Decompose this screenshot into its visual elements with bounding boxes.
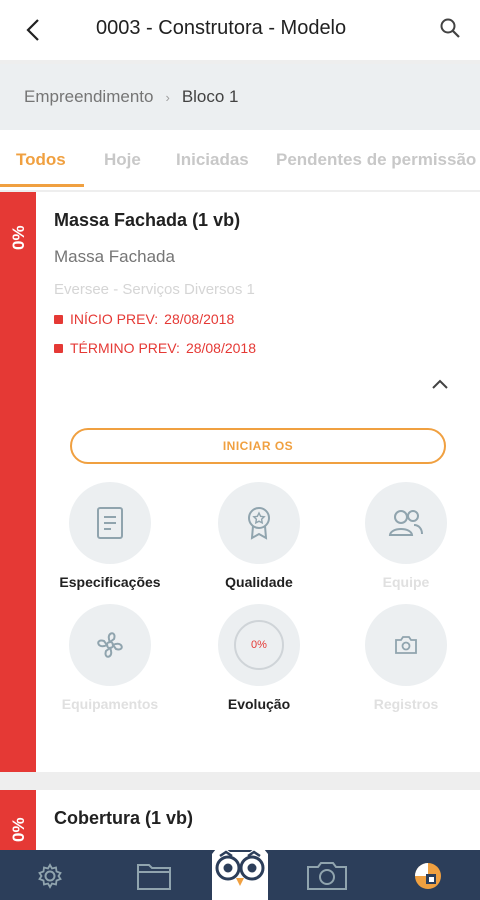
search-icon [440, 18, 460, 38]
card-title: Cobertura (1 vb) [54, 808, 194, 828]
progress-ring-icon: 0% [234, 620, 284, 670]
nav-folder[interactable] [136, 860, 172, 892]
end-label: TÉRMINO PREV: [70, 340, 180, 356]
action-label: Evolução [227, 696, 291, 712]
action-label: Equipamentos [61, 696, 159, 712]
service-card[interactable]: 0% Massa Fachada (1 vb) Massa Fachada Ev… [0, 192, 480, 772]
start-date: 28/08/2018 [164, 311, 235, 327]
action-registros: Registros [336, 604, 476, 712]
action-circle [365, 604, 447, 686]
app-bar: 0003 - Construtora - Modelo [0, 0, 480, 60]
nav-dashboard[interactable] [412, 860, 444, 892]
action-label: Equipe [382, 574, 430, 590]
breadcrumb-root[interactable]: Empreendimento [24, 87, 153, 107]
action-qualidade[interactable]: Qualidade [189, 482, 329, 590]
progress-percent: 0% [9, 817, 28, 842]
search-button[interactable] [434, 12, 466, 44]
nav-camera[interactable] [304, 860, 350, 892]
status-square-icon [54, 343, 63, 353]
fan-icon [97, 632, 123, 658]
camera-icon [307, 862, 347, 890]
tab-todos[interactable]: Todos [16, 150, 66, 170]
folder-icon [137, 864, 171, 890]
pie-status-icon [415, 863, 441, 889]
progress-percent: 0% [9, 225, 28, 250]
action-especificacoes[interactable]: Especificações [40, 482, 180, 590]
progress-strip: 0% [0, 192, 36, 772]
collapse-button[interactable] [428, 372, 452, 396]
breadcrumb-current: Bloco 1 [181, 87, 239, 106]
action-circle [365, 482, 447, 564]
back-button[interactable] [18, 14, 50, 46]
chevron-up-icon [432, 379, 448, 389]
filter-tabs: Todos Hoje Iniciadas Pendentes de permis… [0, 130, 480, 190]
action-label: Qualidade [225, 574, 293, 590]
breadcrumb: Empreendimento › Bloco 1 [0, 64, 480, 130]
nav-settings[interactable] [34, 860, 66, 892]
card-subtitle: Massa Fachada [54, 247, 175, 266]
end-date: 28/08/2018 [185, 340, 257, 356]
action-label: Especificações [59, 574, 161, 590]
arrow-left-icon [26, 19, 39, 41]
owl-logo-icon[interactable] [206, 840, 274, 900]
award-icon [248, 507, 270, 540]
action-circle [218, 482, 300, 564]
active-tab-indicator [0, 184, 84, 187]
status-square-icon [54, 314, 63, 324]
gear-icon [38, 863, 62, 889]
action-equipe: Equipe [336, 482, 476, 590]
action-equipamentos: Equipamentos [40, 604, 180, 712]
action-label: Registros [373, 696, 439, 712]
start-label: INÍCIO PREV: [70, 311, 159, 327]
action-circle: 0% [218, 604, 300, 686]
page-title: 0003 - Construtora - Modelo [96, 17, 347, 39]
action-evolucao[interactable]: 0% Evolução [189, 604, 329, 712]
team-icon [388, 510, 423, 536]
action-circle [69, 604, 151, 686]
action-circle [69, 482, 151, 564]
tab-pendentes[interactable]: Pendentes de permissão [276, 150, 476, 170]
document-icon [97, 507, 123, 539]
card-provider: Eversee - Serviços Diversos 1 [54, 281, 255, 298]
start-os-button[interactable]: INICIAR OS [70, 428, 446, 464]
card-title: Massa Fachada (1 vb) [54, 210, 241, 230]
card-divider [0, 772, 480, 790]
progress-strip: 0% [0, 790, 36, 850]
tab-hoje[interactable]: Hoje [104, 150, 141, 170]
tab-iniciadas[interactable]: Iniciadas [176, 150, 249, 170]
breadcrumb-separator: › [165, 89, 170, 105]
end-date-row: TÉRMINO PREV: 28/08/2018 [54, 340, 256, 356]
start-date-row: INÍCIO PREV: 28/08/2018 [54, 311, 234, 327]
camera-icon [395, 636, 417, 654]
